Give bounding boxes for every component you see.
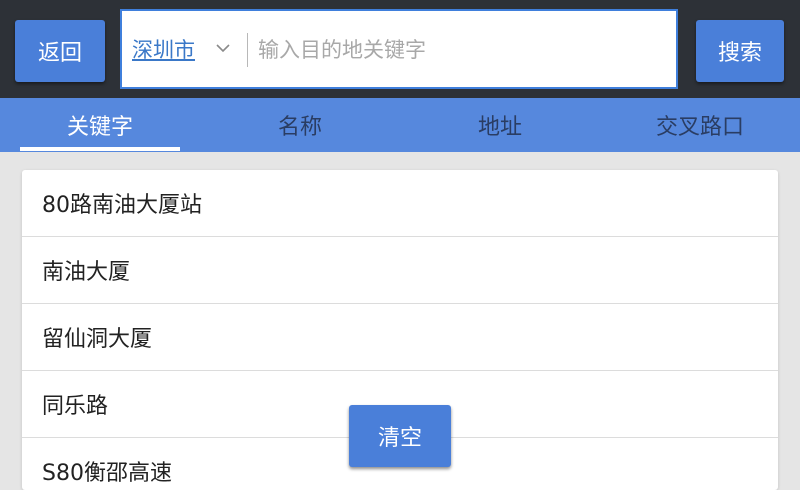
list-item[interactable]: 留仙洞大厦 xyxy=(22,304,778,371)
chevron-down-icon[interactable] xyxy=(214,36,232,60)
tab-intersection[interactable]: 交叉路口 xyxy=(600,98,800,152)
search-input[interactable] xyxy=(258,31,658,69)
tab-bar: 关键字 名称 地址 交叉路口 xyxy=(0,98,800,152)
city-selector[interactable]: 深圳市 xyxy=(132,38,195,62)
top-bar: 返回 深圳市 搜索 xyxy=(0,0,800,98)
list-item[interactable]: 南油大厦 xyxy=(22,237,778,304)
tab-keyword[interactable]: 关键字 xyxy=(0,98,200,152)
active-tab-indicator xyxy=(20,147,180,151)
search-box[interactable]: 深圳市 xyxy=(120,9,678,89)
search-button[interactable]: 搜索 xyxy=(696,20,784,82)
clear-button[interactable]: 清空 xyxy=(349,405,451,467)
tab-name[interactable]: 名称 xyxy=(200,98,400,152)
search-divider xyxy=(247,33,248,67)
tab-address[interactable]: 地址 xyxy=(400,98,600,152)
back-button[interactable]: 返回 xyxy=(15,20,105,82)
list-item[interactable]: 80路南油大厦站 xyxy=(22,170,778,237)
